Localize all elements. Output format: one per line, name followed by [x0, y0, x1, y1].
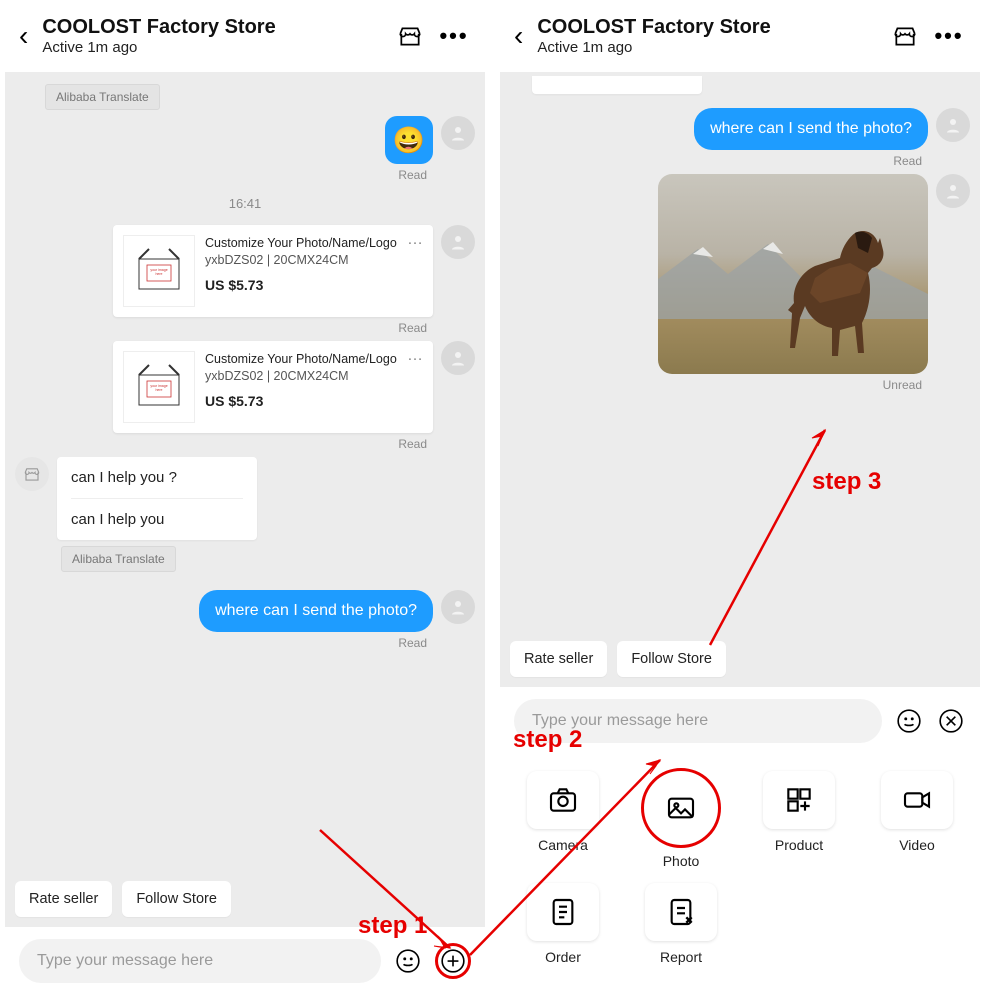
input-bar: Type your message here: [500, 687, 980, 755]
header-titles[interactable]: COOLOST Factory Store Active 1m ago: [537, 16, 878, 56]
photo-row: Unread: [510, 174, 970, 392]
product-price: US $5.73: [205, 277, 423, 293]
photo-icon: [665, 792, 697, 824]
read-status: Read: [398, 437, 427, 451]
translate-badge[interactable]: Alibaba Translate: [61, 546, 176, 572]
read-status: Read: [398, 321, 427, 335]
emoji-message[interactable]: 😀: [385, 116, 433, 164]
back-button[interactable]: ‹: [510, 20, 527, 52]
svg-text:here: here: [155, 388, 162, 392]
attach-label: Report: [660, 949, 702, 965]
product-row-1: your imagehere Customize Your Photo/Name…: [15, 225, 475, 335]
product-more[interactable]: …: [407, 231, 423, 249]
user-message[interactable]: where can I send the photo?: [199, 590, 433, 632]
emoji-icon[interactable]: [393, 946, 423, 976]
product-card[interactable]: your imagehere Customize Your Photo/Name…: [113, 341, 433, 433]
more-button[interactable]: •••: [437, 19, 471, 53]
attach-label: Photo: [663, 853, 700, 869]
product-info: Customize Your Photo/Name/Logo yxbDZS02 …: [205, 235, 423, 307]
user-avatar[interactable]: [441, 590, 475, 624]
chat-body-left[interactable]: Alibaba Translate 😀 Read 16:41 your imag…: [5, 72, 485, 875]
attach-product[interactable]: Product: [744, 771, 854, 869]
chat-header: ‹ COOLOST Factory Store Active 1m ago ••…: [5, 0, 485, 72]
follow-store-chip[interactable]: Follow Store: [617, 641, 726, 677]
emoji-row: 😀 Read: [15, 116, 475, 182]
seller-avatar[interactable]: [15, 457, 49, 491]
read-status: Read: [893, 154, 922, 168]
user-avatar[interactable]: [936, 108, 970, 142]
attachment-panel: Camera Photo Product Video Order Report: [500, 755, 980, 995]
read-status: Read: [398, 636, 427, 650]
store-name: COOLOST Factory Store: [42, 16, 383, 39]
attach-plus-icon[interactable]: [435, 943, 471, 979]
order-icon: [547, 896, 579, 928]
product-sku: yxbDZS02 | 20CMX24CM: [205, 253, 423, 267]
quick-chips: Rate seller Follow Store: [5, 875, 485, 927]
clipped-card: [532, 76, 702, 94]
seller-message[interactable]: can I help you ? can I help you: [57, 457, 257, 540]
attach-label: Video: [899, 837, 935, 853]
product-row-2: your imagehere Customize Your Photo/Name…: [15, 341, 475, 451]
product-price: US $5.73: [205, 393, 423, 409]
sent-photo[interactable]: [658, 174, 928, 374]
seller-text-1: can I help you ?: [71, 457, 243, 498]
more-button[interactable]: •••: [932, 19, 966, 53]
attach-label: Product: [775, 837, 823, 853]
user-avatar[interactable]: [441, 225, 475, 259]
follow-store-chip[interactable]: Follow Store: [122, 881, 231, 917]
read-status: Read: [398, 168, 427, 182]
product-info: Customize Your Photo/Name/Logo yxbDZS02 …: [205, 351, 423, 423]
camera-icon: [547, 784, 579, 816]
product-title: Customize Your Photo/Name/Logo: [205, 351, 423, 367]
product-sku: yxbDZS02 | 20CMX24CM: [205, 369, 423, 383]
user-message[interactable]: where can I send the photo?: [694, 108, 928, 150]
message-input[interactable]: Type your message here: [514, 699, 882, 743]
product-image: your imagehere: [123, 235, 195, 307]
user-avatar[interactable]: [936, 174, 970, 208]
store-icon[interactable]: [393, 19, 427, 53]
emoji-icon[interactable]: [894, 706, 924, 736]
chat-body-right[interactable]: where can I send the photo? Read Unread: [500, 72, 980, 635]
product-icon: [783, 784, 815, 816]
attach-report[interactable]: Report: [626, 883, 736, 965]
input-bar: Type your message here: [5, 927, 485, 995]
report-icon: [665, 896, 697, 928]
rate-seller-chip[interactable]: Rate seller: [510, 641, 607, 677]
chat-header: ‹ COOLOST Factory Store Active 1m ago ••…: [500, 0, 980, 72]
active-status: Active 1m ago: [42, 39, 383, 56]
attach-order[interactable]: Order: [508, 883, 618, 965]
attach-label: Order: [545, 949, 581, 965]
svg-text:here: here: [155, 272, 162, 276]
quick-chips: Rate seller Follow Store: [500, 635, 980, 687]
seller-text-2: can I help you: [71, 498, 243, 540]
product-image: your imagehere: [123, 351, 195, 423]
attach-camera[interactable]: Camera: [508, 771, 618, 869]
unread-status: Unread: [883, 378, 922, 392]
user-avatar[interactable]: [441, 116, 475, 150]
attach-video[interactable]: Video: [862, 771, 972, 869]
user-msg-row: where can I send the photo? Read: [15, 590, 475, 650]
product-title: Customize Your Photo/Name/Logo: [205, 235, 423, 251]
video-icon: [901, 784, 933, 816]
header-titles[interactable]: COOLOST Factory Store Active 1m ago: [42, 16, 383, 56]
message-input[interactable]: Type your message here: [19, 939, 381, 983]
phone-right: ‹ COOLOST Factory Store Active 1m ago ••…: [500, 0, 980, 995]
phone-left: ‹ COOLOST Factory Store Active 1m ago ••…: [5, 0, 485, 995]
attach-label: Camera: [538, 837, 588, 853]
close-icon[interactable]: [936, 706, 966, 736]
back-button[interactable]: ‹: [15, 20, 32, 52]
active-status: Active 1m ago: [537, 39, 878, 56]
product-more[interactable]: …: [407, 347, 423, 365]
timestamp: 16:41: [15, 196, 475, 211]
user-avatar[interactable]: [441, 341, 475, 375]
store-name: COOLOST Factory Store: [537, 16, 878, 39]
attach-photo[interactable]: Photo: [626, 771, 736, 869]
translate-badge[interactable]: Alibaba Translate: [45, 84, 160, 110]
rate-seller-chip[interactable]: Rate seller: [15, 881, 112, 917]
user-msg-row: where can I send the photo? Read: [510, 108, 970, 168]
seller-row: can I help you ? can I help you Alibaba …: [15, 457, 475, 572]
store-icon[interactable]: [888, 19, 922, 53]
product-card[interactable]: your imagehere Customize Your Photo/Name…: [113, 225, 433, 317]
